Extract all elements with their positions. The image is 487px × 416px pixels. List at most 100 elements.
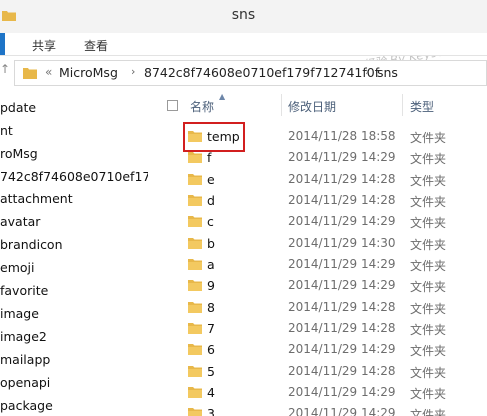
column-divider[interactable] [402,94,403,116]
folder-icon [188,152,202,163]
file-type: 文件夹 [410,152,447,166]
nav-item[interactable]: favorite [0,279,148,301]
file-type: 文件夹 [410,366,447,380]
file-type: 文件夹 [410,344,447,358]
list-item[interactable]: b 2014/11/29 14:30 文件夹 [155,233,487,254]
folder-icon [188,238,202,249]
file-modified: 2014/11/29 14:30 [288,236,396,250]
file-name: f [207,150,212,165]
file-type: 文件夹 [410,131,447,145]
header-type[interactable]: 类型 [410,98,434,115]
file-name: 5 [207,364,215,379]
file-name: a [207,257,215,272]
nav-item[interactable]: mailapp [0,348,148,370]
nav-item[interactable]: roMsg [0,142,148,164]
file-modified: 2014/11/29 14:29 [288,257,396,271]
tab-view[interactable]: 查看 [84,37,108,54]
list-item[interactable]: temp 2014/11/28 18:58 文件夹 [155,126,487,147]
address-bar[interactable]: « MicroMsg › 8742c8f74608e0710ef179f7127… [14,60,487,86]
nav-item[interactable]: attachment [0,187,148,209]
nav-item[interactable]: package [0,394,148,416]
file-name: 4 [207,385,215,400]
file-type: 文件夹 [410,195,447,209]
folder-icon [188,174,202,185]
file-name: temp [207,129,240,144]
list-item[interactable]: f 2014/11/29 14:29 文件夹 [155,147,487,168]
chevron-right-icon[interactable]: › [131,65,135,78]
title-bar: sns [0,0,487,33]
file-name: 3 [207,406,215,416]
chevron-right-icon[interactable]: › [365,65,369,78]
file-modified: 2014/11/29 14:28 [288,193,396,207]
list-item[interactable]: 4 2014/11/29 14:29 文件夹 [155,382,487,403]
breadcrumb-overflow[interactable]: « [45,65,52,79]
file-list: ▲ 名称 修改日期 类型 temp 2014/11/28 18:58 文件夹 f… [155,87,487,416]
tab-share[interactable]: 共享 [32,37,56,54]
breadcrumb-account[interactable]: 8742c8f74608e0710ef179f712741f0f [144,65,379,80]
file-type: 文件夹 [410,387,447,401]
file-modified: 2014/11/29 14:28 [288,321,396,335]
up-arrow-icon[interactable]: ↑ [0,62,10,76]
file-modified: 2014/11/29 14:28 [288,300,396,314]
breadcrumb-micromsg[interactable]: MicroMsg [59,65,118,80]
column-header: ▲ 名称 修改日期 类型 [155,87,487,117]
folder-icon [188,131,202,142]
nav-item[interactable]: image2 [0,325,148,347]
file-modified: 2014/11/29 14:28 [288,364,396,378]
navigation-pane: pdate nt roMsg 742c8f74608e0710ef179 att… [0,87,148,416]
list-item[interactable]: e 2014/11/29 14:28 文件夹 [155,169,487,190]
file-type: 文件夹 [410,238,447,252]
file-type: 文件夹 [410,323,447,337]
list-item[interactable]: 3 2014/11/29 14:29 文件夹 [155,403,487,416]
folder-icon [188,366,202,377]
nav-item[interactable]: pdate [0,96,148,118]
header-modified[interactable]: 修改日期 [288,98,336,115]
nav-item[interactable]: avatar [0,210,148,232]
folder-icon [188,344,202,355]
file-type: 文件夹 [410,216,447,230]
list-item[interactable]: 5 2014/11/29 14:28 文件夹 [155,361,487,382]
list-item[interactable]: d 2014/11/29 14:28 文件夹 [155,190,487,211]
file-name: 8 [207,300,215,315]
file-name: e [207,172,215,187]
file-type: 文件夹 [410,280,447,294]
breadcrumb-sns[interactable]: sns [377,65,398,80]
list-item[interactable]: 6 2014/11/29 14:29 文件夹 [155,339,487,360]
file-type: 文件夹 [410,408,447,416]
file-tab[interactable] [0,33,5,55]
file-modified: 2014/11/29 14:29 [288,406,396,416]
column-divider[interactable] [281,94,282,116]
folder-icon [188,195,202,206]
list-item[interactable]: c 2014/11/29 14:29 文件夹 [155,211,487,232]
list-item[interactable]: 8 2014/11/29 14:28 文件夹 [155,297,487,318]
nav-item[interactable]: brandicon [0,233,148,255]
header-name[interactable]: 名称 [190,98,214,115]
nav-item[interactable]: 742c8f74608e0710ef179 [0,165,148,187]
file-name: b [207,236,215,251]
ribbon: 共享 查看 [0,33,487,56]
file-name: 7 [207,321,215,336]
folder-icon [188,259,202,270]
select-all-checkbox[interactable] [167,100,178,111]
file-modified: 2014/11/29 14:29 [288,342,396,356]
file-name: 9 [207,278,215,293]
nav-item[interactable]: nt [0,119,148,141]
list-item[interactable]: 7 2014/11/29 14:28 文件夹 [155,318,487,339]
nav-item[interactable]: image [0,302,148,324]
file-name: 6 [207,342,215,357]
folder-icon [188,216,202,227]
file-modified: 2014/11/29 14:29 [288,214,396,228]
explorer-window: sns 百度经验 By Key9928 共享 查看 ↑ « MicroMsg ›… [0,0,487,416]
file-modified: 2014/11/29 14:29 [288,385,396,399]
nav-item[interactable]: openapi [0,371,148,393]
list-item[interactable]: 9 2014/11/29 14:29 文件夹 [155,275,487,296]
window-title: sns [231,7,256,23]
list-item[interactable]: a 2014/11/29 14:29 文件夹 [155,254,487,275]
nav-item[interactable]: emoji [0,256,148,278]
folder-icon [188,280,202,291]
file-type: 文件夹 [410,259,447,273]
folder-icon [188,387,202,398]
file-modified: 2014/11/29 14:29 [288,278,396,292]
file-name: c [207,214,214,229]
folder-icon [188,323,202,334]
